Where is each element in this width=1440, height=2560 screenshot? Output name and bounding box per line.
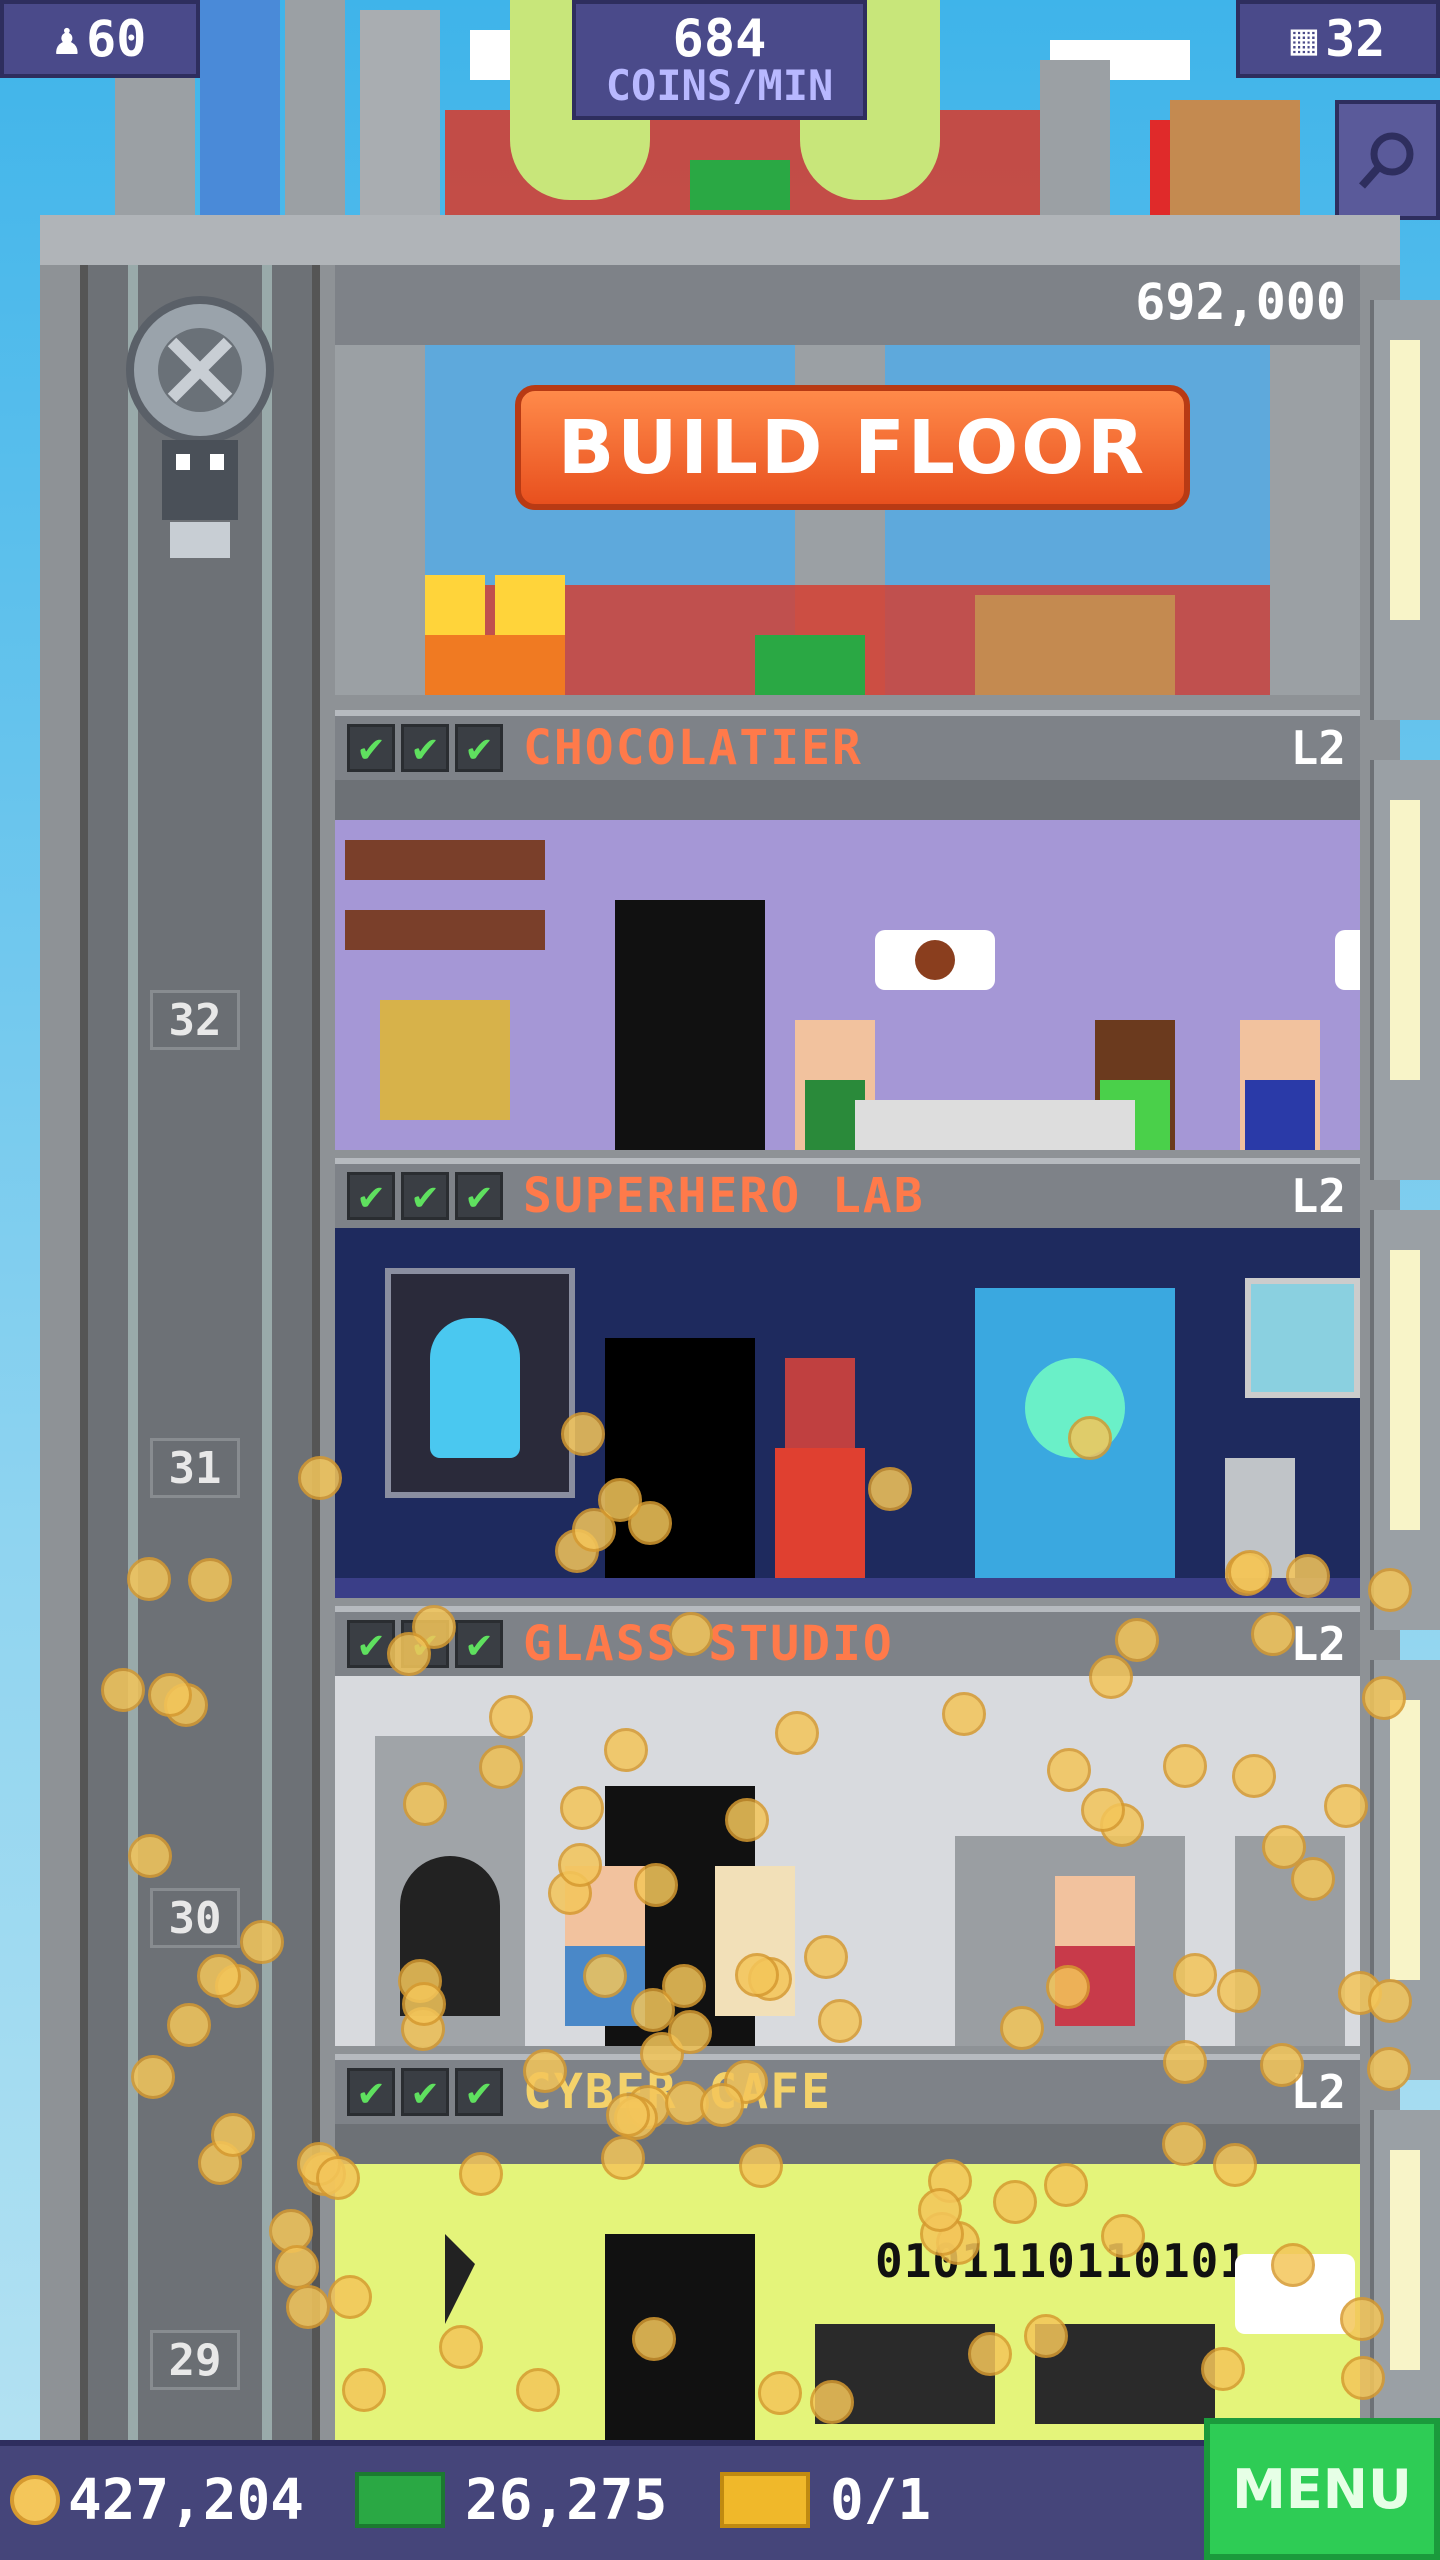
bux-icon [355,2472,445,2528]
search-button[interactable] [1335,100,1440,220]
elevator-shaft [80,265,320,2440]
floor-number-31: 31 [150,1438,240,1498]
check-icon: ✔ [347,1620,395,1668]
build-floor-button[interactable]: BUILD FLOOR [515,385,1190,510]
floor-number-29: 29 [150,2330,240,2390]
check-icon: ✔ [455,2068,503,2116]
check-icon: ✔ [347,724,395,772]
floor-header-superhero-lab[interactable]: ✔ ✔ ✔ SUPERHERO LAB L2 [335,1158,1360,1228]
coins-per-min-unit: COINS/MIN [605,61,834,110]
person-icon: ♟ [53,13,81,65]
check-icon: ✔ [401,2068,449,2116]
floor-room-chocolatier[interactable] [335,780,1360,1150]
stock-checks: ✔ ✔ ✔ [347,1172,503,1220]
floor-number-32: 32 [150,990,240,1050]
coin-icon [10,2475,60,2525]
cafe-binary-display: 0101110110101 [875,2234,1249,2288]
floor-header-chocolatier[interactable]: ✔ ✔ ✔ CHOCOLATIER L2 [335,710,1360,780]
floor-level: L2 [1290,1169,1346,1223]
ticket-icon [720,2472,810,2528]
elevator-car[interactable] [100,290,300,570]
bux-balance[interactable]: 26,275 [355,2440,667,2560]
population-counter[interactable]: ♟ 60 [0,0,200,78]
side-window [1370,760,1440,1180]
side-window [1370,1210,1440,1630]
floor-level: L2 [1290,2065,1346,2119]
stock-checks: ✔ ✔ ✔ [347,1620,503,1668]
floor-room-cyber-cafe[interactable]: 0101110110101 [335,2124,1360,2440]
build-floor-cost: 692,000 [1135,273,1346,331]
check-icon: ✔ [347,1172,395,1220]
tickets-value: 0/1 [830,2467,932,2533]
tickets-balance[interactable]: 0/1 [720,2440,931,2560]
floor-name: SUPERHERO LAB [523,1168,925,1224]
bux-value: 26,275 [465,2467,668,2533]
check-icon: ✔ [455,1172,503,1220]
population-value: 60 [86,10,147,68]
floor-header-glass-studio[interactable]: ✔ ✔ ✔ GLASS STUDIO L2 [335,1606,1360,1676]
floor-level: L2 [1290,721,1346,775]
floor-name: GLASS STUDIO [523,1616,894,1672]
check-icon: ✔ [455,1620,503,1668]
stock-checks: ✔ ✔ ✔ [347,724,503,772]
check-icon: ✔ [347,2068,395,2116]
stock-checks: ✔ ✔ ✔ [347,2068,503,2116]
elevator-cable [128,265,138,2440]
check-icon: ✔ [401,1620,449,1668]
floor-room-glass-studio[interactable] [335,1676,1360,2046]
floor-level: L2 [1290,1617,1346,1671]
floor-name: CHOCOLATIER [523,720,863,776]
check-icon: ✔ [401,1172,449,1220]
floor-name: CYBER CAFE [523,2064,832,2120]
floor-header-cyber-cafe[interactable]: ✔ ✔ ✔ CYBER CAFE L2 [335,2054,1360,2124]
menu-button[interactable]: MENU [1204,2418,1440,2560]
build-floor-area[interactable]: 692,000 BUILD FLOOR [335,265,1360,695]
coins-value: 427,204 [68,2467,305,2533]
coins-per-min-value: 684 [672,9,767,69]
floors-icon: ▦ [1290,13,1318,65]
side-window [1370,300,1440,720]
elevator-pulley-icon [126,296,274,558]
floors-value: 32 [1325,10,1386,68]
check-icon: ✔ [401,724,449,772]
coins-balance[interactable]: 427,204 [10,2440,304,2560]
check-icon: ✔ [455,724,503,772]
floor-number-30: 30 [150,1888,240,1948]
search-icon [1358,132,1413,189]
side-window [1370,1660,1440,2080]
elevator-cable [262,265,272,2440]
floor-room-superhero-lab[interactable] [335,1228,1360,1598]
coins-per-minute-display: 684 COINS/MIN [572,0,867,120]
side-window [1370,2110,1440,2440]
floors-counter[interactable]: ▦ 32 [1236,0,1440,78]
